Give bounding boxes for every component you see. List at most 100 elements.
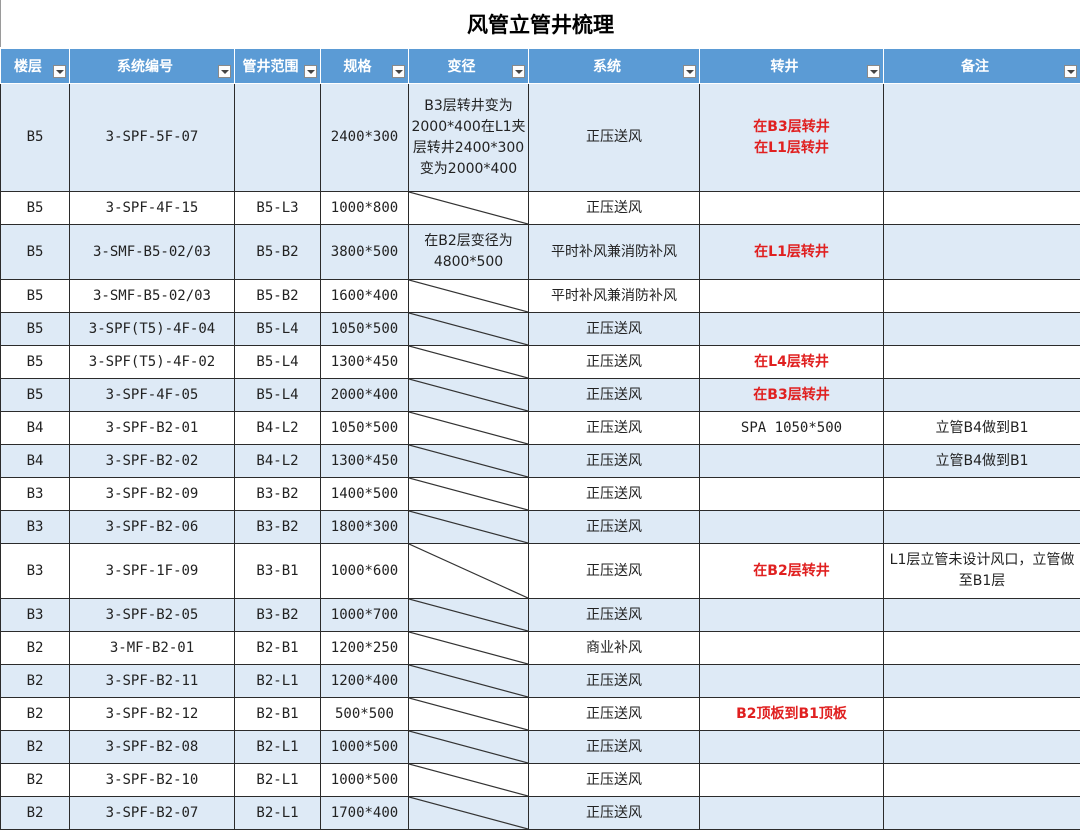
cell-system[interactable]: 正压送风	[528, 312, 700, 346]
cell-reducer[interactable]	[408, 191, 529, 225]
cell-system-code[interactable]: 3-SPF-B2-11	[69, 664, 235, 698]
cell-transfer[interactable]	[699, 477, 884, 511]
cell-spec[interactable]: 1200*400	[320, 664, 409, 698]
cell-floor[interactable]: B5	[0, 83, 70, 192]
cell-floor[interactable]: B3	[0, 510, 70, 544]
cell-transfer[interactable]: SPA 1050*500	[699, 411, 884, 445]
cell-system-code[interactable]: 3-SPF-B2-06	[69, 510, 235, 544]
cell-system-code[interactable]: 3-SMF-B5-02/03	[69, 279, 235, 313]
cell-reducer[interactable]	[408, 730, 529, 764]
header-system-code[interactable]: 系统编号	[69, 48, 235, 84]
cell-spec[interactable]: 1050*500	[320, 312, 409, 346]
cell-remark[interactable]	[883, 631, 1080, 665]
cell-transfer[interactable]	[699, 664, 884, 698]
cell-remark[interactable]	[883, 477, 1080, 511]
cell-system[interactable]: 正压送风	[528, 510, 700, 544]
cell-system-code[interactable]: 3-SPF-B2-12	[69, 697, 235, 731]
cell-system[interactable]: 正压送风	[528, 697, 700, 731]
cell-shaft-range[interactable]: B5-B2	[234, 224, 321, 280]
cell-remark[interactable]	[883, 224, 1080, 280]
cell-floor[interactable]: B5	[0, 378, 70, 412]
cell-floor[interactable]: B2	[0, 763, 70, 797]
filter-dropdown-icon[interactable]	[1064, 65, 1077, 78]
cell-system-code[interactable]: 3-SPF(T5)-4F-04	[69, 312, 235, 346]
cell-system[interactable]: 正压送风	[528, 83, 700, 192]
cell-system-code[interactable]: 3-SPF-B2-09	[69, 477, 235, 511]
cell-reducer[interactable]: 在B2层变径为4800*500	[408, 224, 529, 280]
cell-reducer[interactable]	[408, 411, 529, 445]
cell-transfer[interactable]	[699, 796, 884, 830]
cell-system[interactable]: 正压送风	[528, 664, 700, 698]
cell-spec[interactable]: 1000*800	[320, 191, 409, 225]
cell-spec[interactable]: 1300*450	[320, 345, 409, 379]
cell-spec[interactable]: 500*500	[320, 697, 409, 731]
cell-transfer[interactable]: 在L4层转井	[699, 345, 884, 379]
cell-reducer[interactable]	[408, 444, 529, 478]
cell-reducer[interactable]	[408, 763, 529, 797]
cell-system-code[interactable]: 3-SPF-B2-01	[69, 411, 235, 445]
cell-spec[interactable]: 1200*250	[320, 631, 409, 665]
filter-dropdown-icon[interactable]	[392, 65, 405, 78]
cell-remark[interactable]	[883, 191, 1080, 225]
cell-remark[interactable]	[883, 510, 1080, 544]
cell-remark[interactable]	[883, 697, 1080, 731]
cell-shaft-range[interactable]: B3-B2	[234, 477, 321, 511]
cell-transfer[interactable]	[699, 444, 884, 478]
cell-shaft-range[interactable]: B3-B1	[234, 543, 321, 599]
cell-transfer[interactable]: 在B3层转井 在L1层转井	[699, 83, 884, 192]
cell-system[interactable]: 平时补风兼消防补风	[528, 279, 700, 313]
cell-shaft-range[interactable]: B2-L1	[234, 664, 321, 698]
cell-floor[interactable]: B5	[0, 312, 70, 346]
cell-reducer[interactable]	[408, 543, 529, 599]
filter-dropdown-icon[interactable]	[683, 65, 696, 78]
cell-system[interactable]: 平时补风兼消防补风	[528, 224, 700, 280]
cell-remark[interactable]	[883, 312, 1080, 346]
cell-shaft-range[interactable]: B5-B2	[234, 279, 321, 313]
cell-system-code[interactable]: 3-SPF-B2-05	[69, 598, 235, 632]
cell-shaft-range[interactable]: B5-L4	[234, 345, 321, 379]
cell-shaft-range[interactable]: B2-B1	[234, 631, 321, 665]
cell-system-code[interactable]: 3-MF-B2-01	[69, 631, 235, 665]
cell-floor[interactable]: B4	[0, 411, 70, 445]
cell-spec[interactable]: 2400*300	[320, 83, 409, 192]
cell-reducer[interactable]	[408, 664, 529, 698]
cell-system-code[interactable]: 3-SPF-B2-07	[69, 796, 235, 830]
cell-floor[interactable]: B5	[0, 191, 70, 225]
filter-dropdown-icon[interactable]	[218, 65, 231, 78]
cell-floor[interactable]: B2	[0, 631, 70, 665]
cell-transfer[interactable]	[699, 279, 884, 313]
cell-remark[interactable]	[883, 83, 1080, 192]
cell-shaft-range[interactable]: B4-L2	[234, 411, 321, 445]
cell-system[interactable]: 正压送风	[528, 477, 700, 511]
cell-reducer[interactable]	[408, 312, 529, 346]
cell-transfer[interactable]	[699, 763, 884, 797]
cell-spec[interactable]: 1400*500	[320, 477, 409, 511]
cell-system-code[interactable]: 3-SPF-B2-02	[69, 444, 235, 478]
cell-shaft-range[interactable]: B2-L1	[234, 763, 321, 797]
cell-shaft-range[interactable]: B4-L2	[234, 444, 321, 478]
cell-floor[interactable]: B2	[0, 664, 70, 698]
cell-system[interactable]: 正压送风	[528, 598, 700, 632]
cell-system[interactable]: 商业补风	[528, 631, 700, 665]
cell-reducer[interactable]	[408, 796, 529, 830]
filter-dropdown-icon[interactable]	[53, 65, 66, 78]
cell-system-code[interactable]: 3-SPF(T5)-4F-02	[69, 345, 235, 379]
cell-remark[interactable]: 立管B4做到B1	[883, 411, 1080, 445]
cell-shaft-range[interactable]: B3-B2	[234, 510, 321, 544]
header-system[interactable]: 系统	[528, 48, 700, 84]
cell-remark[interactable]: 立管B4做到B1	[883, 444, 1080, 478]
cell-reducer[interactable]	[408, 631, 529, 665]
cell-spec[interactable]: 1000*600	[320, 543, 409, 599]
cell-spec[interactable]: 1600*400	[320, 279, 409, 313]
cell-floor[interactable]: B3	[0, 598, 70, 632]
cell-remark[interactable]	[883, 345, 1080, 379]
cell-floor[interactable]: B4	[0, 444, 70, 478]
filter-dropdown-icon[interactable]	[304, 65, 317, 78]
cell-floor[interactable]: B5	[0, 224, 70, 280]
cell-reducer[interactable]	[408, 510, 529, 544]
cell-reducer[interactable]	[408, 598, 529, 632]
cell-reducer[interactable]	[408, 345, 529, 379]
cell-transfer[interactable]	[699, 510, 884, 544]
cell-remark[interactable]	[883, 279, 1080, 313]
cell-transfer[interactable]: B2顶板到B1顶板	[699, 697, 884, 731]
